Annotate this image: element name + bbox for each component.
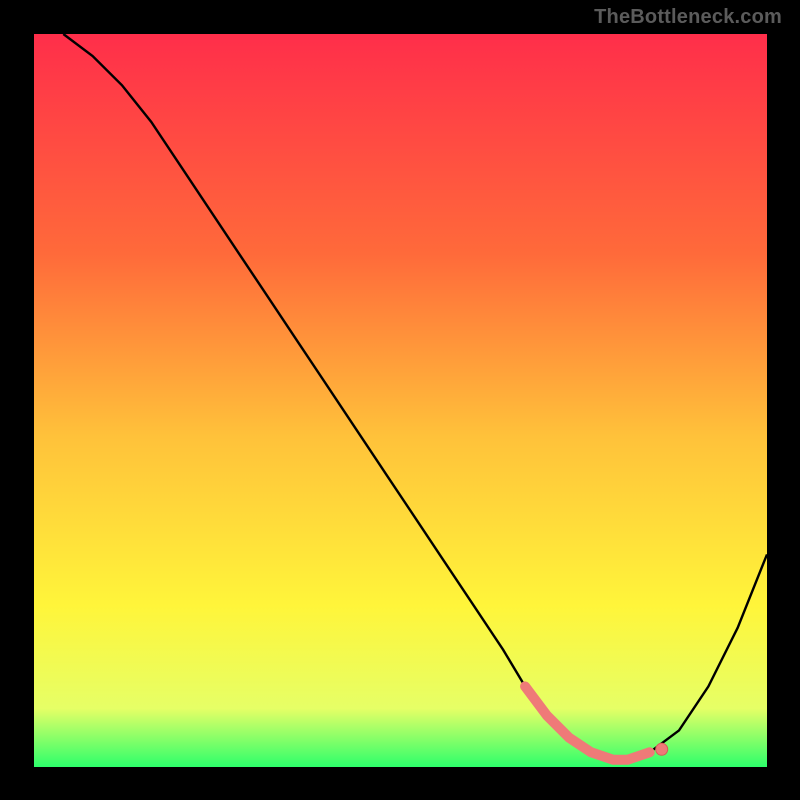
bottleneck-chart: [0, 0, 800, 800]
chart-frame: TheBottleneck.com: [0, 0, 800, 800]
gradient-background: [34, 34, 767, 767]
marker-end-dot: [656, 743, 668, 755]
